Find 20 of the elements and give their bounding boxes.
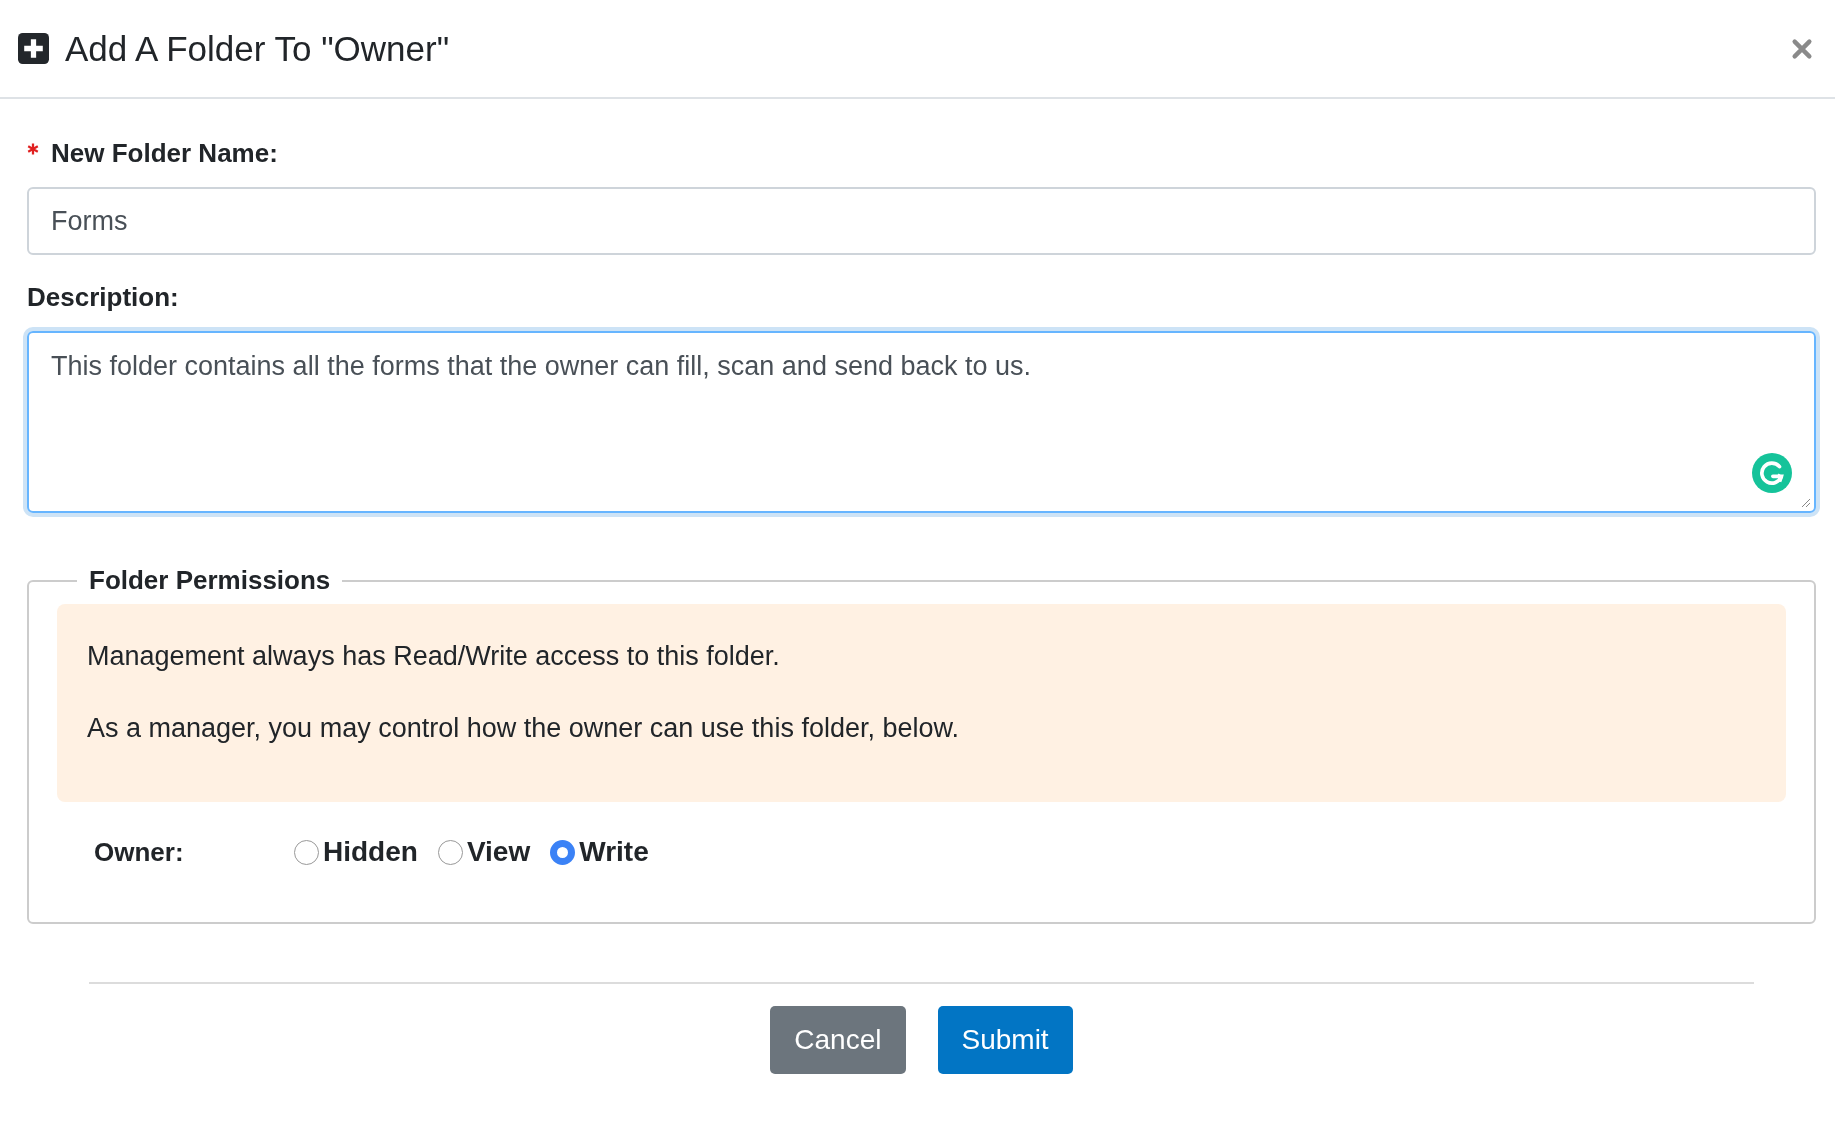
close-icon bbox=[1791, 37, 1813, 60]
radio-label[interactable]: Hidden bbox=[323, 836, 418, 868]
radio-label[interactable]: View bbox=[466, 836, 531, 868]
submit-button[interactable]: Submit bbox=[937, 1006, 1073, 1074]
field-label: Description: bbox=[27, 281, 179, 313]
dialog-title: Add A Folder To "Owner" bbox=[65, 28, 451, 69]
radio-button[interactable] bbox=[550, 839, 576, 865]
folder-name-input[interactable]: Forms bbox=[27, 187, 1816, 255]
panel-legend: Folder Permissions bbox=[77, 565, 343, 596]
radio-label[interactable]: Write bbox=[579, 836, 649, 868]
field-label: New Folder Name: bbox=[51, 137, 278, 169]
owner-label: Owner: bbox=[94, 836, 185, 868]
notice-text: As a manager, you may control how the owner can use this folder, below. bbox=[87, 712, 960, 745]
radio-button[interactable] bbox=[294, 839, 319, 865]
cancel-button[interactable]: Cancel bbox=[770, 1006, 906, 1074]
plus-square-icon bbox=[18, 33, 49, 64]
resize-grip-icon[interactable] bbox=[1800, 497, 1811, 508]
g-circle-icon[interactable] bbox=[1752, 453, 1792, 493]
notice-text: Management always has Read/Write access to this folder. bbox=[87, 640, 781, 673]
radio-button[interactable] bbox=[437, 839, 463, 865]
